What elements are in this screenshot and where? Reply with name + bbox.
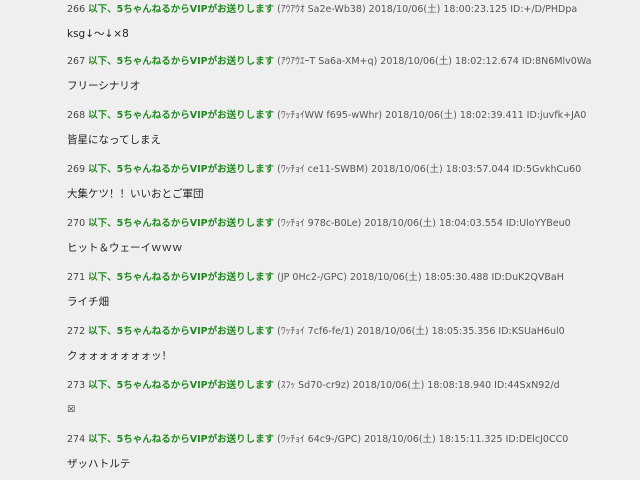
post-body: クォォォォォォォッ！ [67, 350, 172, 362]
post-meta: (ﾜｯﾁｮｲWW f695-wWhr) 2018/10/06(土) 18:02:… [277, 110, 587, 121]
post-number[interactable]: 271 [67, 272, 85, 283]
post: 272 以下、5ちゃんねるからVIPがお送りします (ﾜｯﾁｮｲ 7cf6-fe… [67, 325, 637, 363]
post-body: 大集ケツ！！いいおとご軍団 [67, 188, 204, 200]
post: 274 以下、5ちゃんねるからVIPがお送りします (ﾜｯﾁｮｲ 64c9-/G… [67, 433, 637, 471]
post-meta: (ｱｳｱｳｵ Sa2e-Wb38) 2018/10/06(土) 18:00:23… [277, 4, 578, 15]
poster-name: 以下、5ちゃんねるからVIPがお送りします [88, 218, 275, 229]
post-number[interactable]: 269 [67, 164, 85, 175]
post-number[interactable]: 270 [67, 218, 85, 229]
post-meta: (ﾜｯﾁｮｲ ce11-SWBM) 2018/10/06(土) 18:03:57… [277, 164, 582, 175]
post-body: ライチ畑 [67, 296, 109, 308]
post-meta: (ｽﾌｯ Sd70-cr9z) 2018/10/06(土) 18:08:18.9… [277, 380, 560, 391]
poster-name: 以下、5ちゃんねるからVIPがお送りします [88, 4, 275, 15]
post-body: ヒット＆ウェーイｗｗｗ [67, 242, 183, 254]
poster-name: 以下、5ちゃんねるからVIPがお送りします [88, 434, 275, 445]
post-number[interactable]: 274 [67, 434, 85, 445]
post-body: ザッハトルテ [67, 458, 131, 470]
post-body: フリーシナリオ [67, 80, 141, 92]
poster-name: 以下、5ちゃんねるからVIPがお送りします [88, 326, 275, 337]
post-header: 274 以下、5ちゃんねるからVIPがお送りします (ﾜｯﾁｮｲ 64c9-/G… [67, 433, 637, 447]
post-number[interactable]: 266 [67, 4, 85, 15]
post: 268 以下、5ちゃんねるからVIPがお送りします (ﾜｯﾁｮｲWW f695-… [67, 109, 637, 147]
post-body: ksg↓～↓×8 [67, 28, 129, 40]
post: 267 以下、5ちゃんねるからVIPがお送りします (ｱｳｱｳｴｰT Sa6a-… [67, 55, 637, 93]
post-header: 266 以下、5ちゃんねるからVIPがお送りします (ｱｳｱｳｵ Sa2e-Wb… [67, 3, 637, 17]
post: 269 以下、5ちゃんねるからVIPがお送りします (ﾜｯﾁｮｲ ce11-SW… [67, 163, 637, 201]
post-meta: (ﾜｯﾁｮｲ 64c9-/GPC) 2018/10/06(土) 18:15:11… [277, 434, 569, 445]
post-number[interactable]: 272 [67, 326, 85, 337]
poster-name: 以下、5ちゃんねるからVIPがお送りします [88, 110, 275, 121]
post-meta: (JP 0Hc2-/GPC) 2018/10/06(土) 18:05:30.48… [277, 272, 564, 283]
post-header: 268 以下、5ちゃんねるからVIPがお送りします (ﾜｯﾁｮｲWW f695-… [67, 109, 637, 123]
post: 270 以下、5ちゃんねるからVIPがお送りします (ﾜｯﾁｮｲ 978c-B0… [67, 217, 637, 255]
post-header: 269 以下、5ちゃんねるからVIPがお送りします (ﾜｯﾁｮｲ ce11-SW… [67, 163, 637, 177]
post-meta: (ﾜｯﾁｮｲ 7cf6-fe/1) 2018/10/06(土) 18:05:35… [277, 326, 565, 337]
post-body: ☒ [67, 405, 76, 415]
poster-name: 以下、5ちゃんねるからVIPがお送りします [88, 272, 275, 283]
poster-name: 以下、5ちゃんねるからVIPがお送りします [88, 164, 275, 175]
post: 266 以下、5ちゃんねるからVIPがお送りします (ｱｳｱｳｵ Sa2e-Wb… [67, 3, 637, 41]
post: 273 以下、5ちゃんねるからVIPがお送りします (ｽﾌｯ Sd70-cr9z… [67, 379, 637, 417]
poster-name: 以下、5ちゃんねるからVIPがお送りします [88, 56, 275, 67]
poster-name: 以下、5ちゃんねるからVIPがお送りします [88, 380, 275, 391]
post: 271 以下、5ちゃんねるからVIPがお送りします (JP 0Hc2-/GPC)… [67, 271, 637, 309]
post-header: 267 以下、5ちゃんねるからVIPがお送りします (ｱｳｱｳｴｰT Sa6a-… [67, 55, 637, 69]
post-header: 273 以下、5ちゃんねるからVIPがお送りします (ｽﾌｯ Sd70-cr9z… [67, 379, 637, 393]
post-header: 272 以下、5ちゃんねるからVIPがお送りします (ﾜｯﾁｮｲ 7cf6-fe… [67, 325, 637, 339]
thread: 266 以下、5ちゃんねるからVIPがお送りします (ｱｳｱｳｵ Sa2e-Wb… [0, 0, 640, 480]
post-body: 皆星になってしまえ [67, 134, 161, 146]
post-meta: (ﾜｯﾁｮｲ 978c-B0Le) 2018/10/06(土) 18:04:03… [277, 218, 571, 229]
post-number[interactable]: 273 [67, 380, 85, 391]
post-meta: (ｱｳｱｳｴｰT Sa6a-XM+q) 2018/10/06(土) 18:02:… [277, 56, 592, 67]
post-number[interactable]: 267 [67, 56, 85, 67]
post-header: 271 以下、5ちゃんねるからVIPがお送りします (JP 0Hc2-/GPC)… [67, 271, 637, 285]
post-number[interactable]: 268 [67, 110, 85, 121]
post-header: 270 以下、5ちゃんねるからVIPがお送りします (ﾜｯﾁｮｲ 978c-B0… [67, 217, 637, 231]
